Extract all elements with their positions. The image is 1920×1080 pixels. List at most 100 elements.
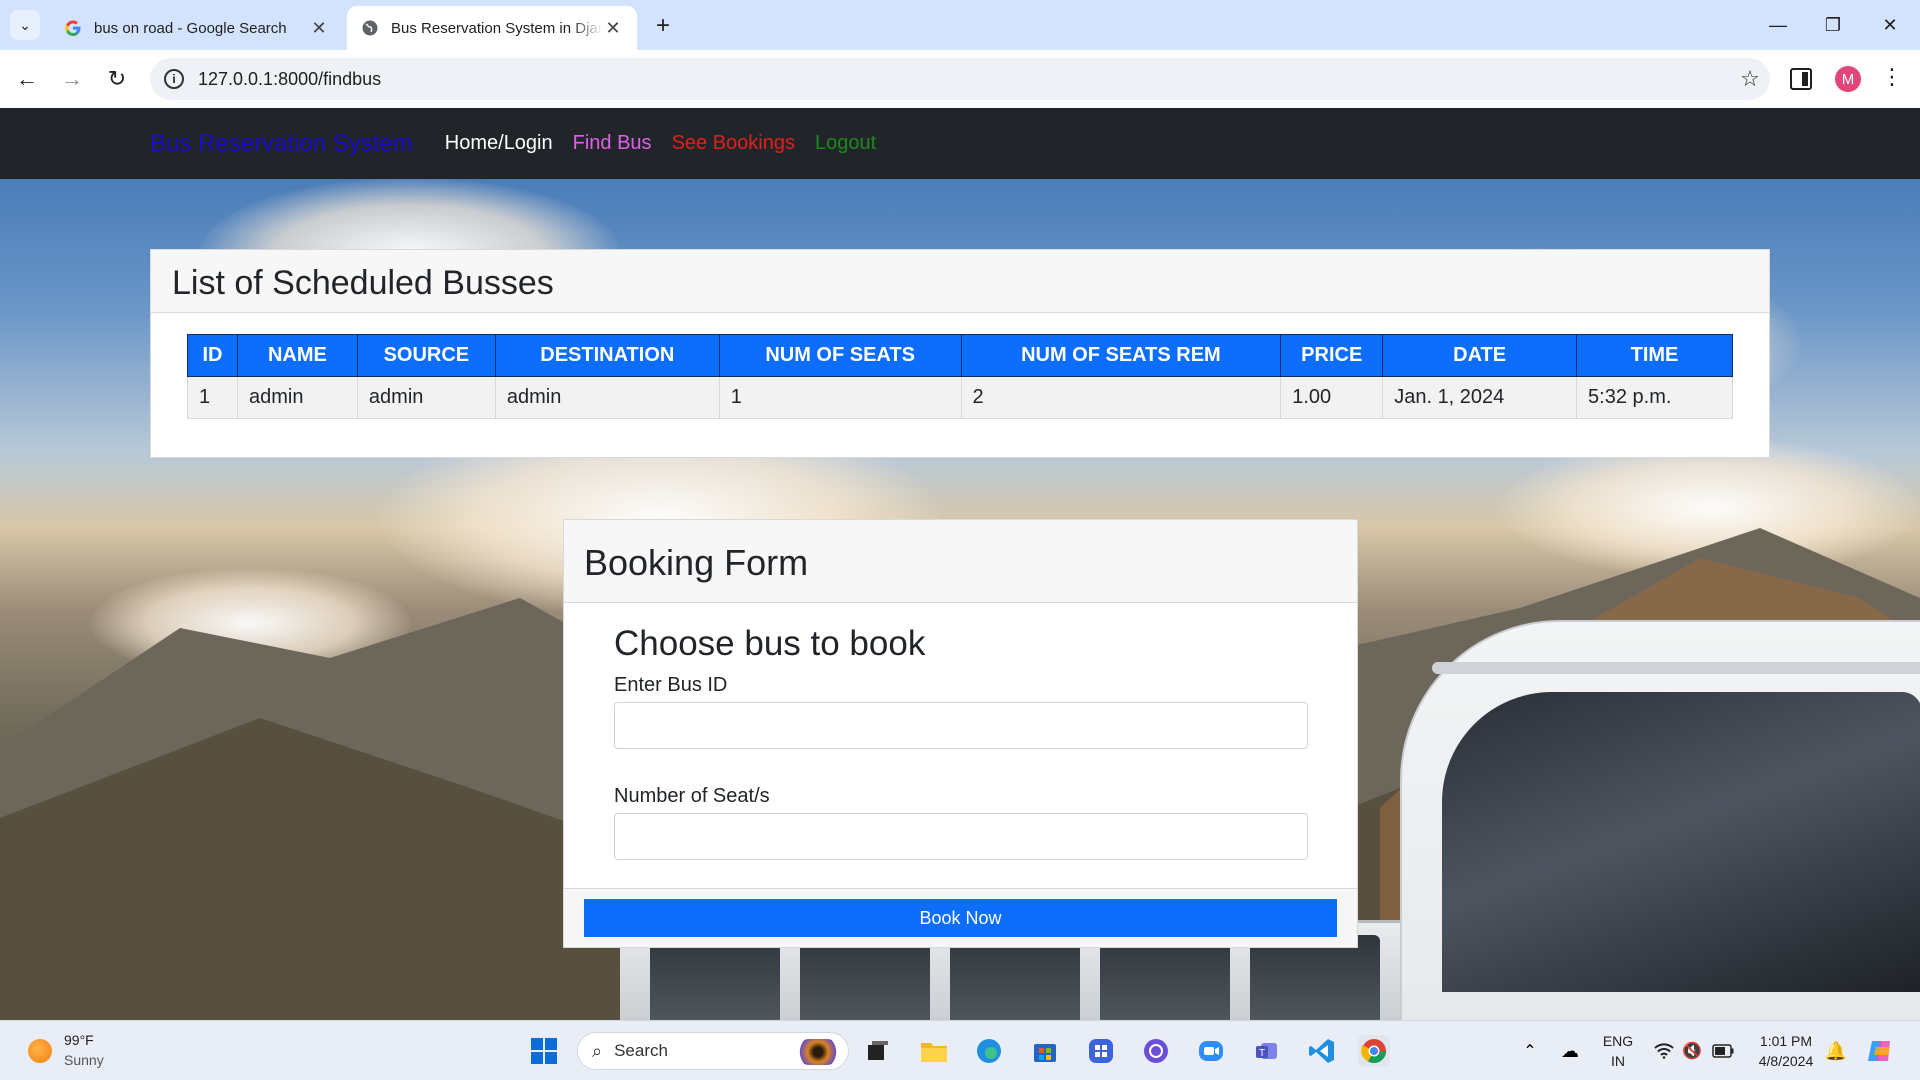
table-row: 1 admin admin admin 1 2 1.00 Jan. 1, 202… xyxy=(187,376,1733,419)
plus-icon: + xyxy=(655,12,670,39)
file-explorer-icon[interactable] xyxy=(918,1035,950,1067)
column-header: NUM OF SEATS xyxy=(718,334,962,377)
booking-form-title: Booking Form xyxy=(564,520,1357,603)
language-text: ENG xyxy=(1602,1033,1634,1049)
booking-form: Choose bus to book Enter Bus ID Number o… xyxy=(614,624,1309,896)
weather-sun-icon[interactable] xyxy=(28,1039,52,1063)
search-icon: ⌕ xyxy=(592,1040,603,1061)
browser-toolbar: ← → ↻ i 127.0.0.1:8000/findbus ☆ M ⋮ xyxy=(0,50,1920,108)
clock-date: 4/8/2024 xyxy=(1758,1053,1814,1069)
booking-form-subtitle: Choose bus to book xyxy=(614,624,926,663)
search-highlight-icon xyxy=(796,1039,840,1065)
weather-description[interactable]: Sunny xyxy=(64,1052,104,1068)
back-button[interactable]: ← xyxy=(12,64,42,94)
cell-price: 1.00 xyxy=(1280,376,1384,419)
vscode-icon[interactable] xyxy=(1306,1035,1338,1067)
cell-source: admin xyxy=(356,376,496,419)
globe-icon xyxy=(361,19,379,37)
chevron-up-icon[interactable]: ⌃ xyxy=(1514,1035,1546,1067)
minimize-button[interactable]: — xyxy=(1758,10,1798,40)
book-now-button[interactable]: Book Now xyxy=(584,899,1337,937)
weather-temperature[interactable]: 99°F xyxy=(64,1032,94,1048)
side-panel-icon[interactable] xyxy=(1790,68,1812,90)
minimize-icon: — xyxy=(1769,14,1787,35)
column-header: ID xyxy=(187,334,238,377)
edge-browser-icon[interactable] xyxy=(973,1035,1005,1067)
tab-google-search[interactable]: bus on road - Google Search ✕ xyxy=(50,6,343,50)
cell-date: Jan. 1, 2024 xyxy=(1382,376,1578,419)
cell-name: admin xyxy=(236,376,358,419)
taskbar-search-label: Search xyxy=(614,1041,668,1060)
restore-button[interactable]: ❐ xyxy=(1813,10,1853,40)
nav-link-home-login[interactable]: Home/Login xyxy=(445,132,553,155)
close-icon: ✕ xyxy=(1882,14,1898,35)
bus-image xyxy=(1400,620,1920,1020)
chevron-down-icon: ⌄ xyxy=(19,16,31,33)
windows-start-icon[interactable] xyxy=(528,1035,560,1067)
new-tab-button[interactable]: + xyxy=(650,12,676,40)
app-icon-blue[interactable] xyxy=(1085,1035,1117,1067)
battery-icon[interactable] xyxy=(1707,1035,1739,1067)
task-view-icon[interactable] xyxy=(862,1035,894,1067)
seats-input[interactable] xyxy=(614,813,1308,860)
column-header: NAME xyxy=(236,334,358,377)
column-header: TIME xyxy=(1576,334,1733,377)
reload-icon: ↻ xyxy=(107,66,127,91)
bus-id-input[interactable] xyxy=(614,702,1308,749)
more-menu-icon[interactable]: ⋮ xyxy=(1880,64,1904,90)
arrow-right-icon: → xyxy=(61,66,83,91)
table-header-row: ID NAME SOURCE DESTINATION NUM OF SEATS … xyxy=(187,334,1733,377)
bookmark-star-icon[interactable]: ☆ xyxy=(1730,66,1770,92)
clock-time: 1:01 PM xyxy=(1759,1033,1813,1049)
site-info-icon[interactable]: i xyxy=(164,69,184,89)
app-icon-purple[interactable] xyxy=(1140,1035,1172,1067)
page-viewport: Bus Reservation System Home/Login Find B… xyxy=(0,108,1920,1020)
forward-button[interactable]: → xyxy=(57,64,87,94)
booking-form-footer: Book Now xyxy=(564,888,1357,947)
url-text[interactable]: 127.0.0.1:8000/findbus xyxy=(198,69,1730,90)
zoom-icon[interactable] xyxy=(1195,1035,1227,1067)
nav-link-logout[interactable]: Logout xyxy=(815,132,876,155)
cloud-icon[interactable]: ☁ xyxy=(1554,1035,1586,1067)
bus-list-card: List of Scheduled Busses ID NAME SOURCE … xyxy=(150,249,1770,458)
microsoft-store-icon[interactable] xyxy=(1029,1035,1061,1067)
browser-tabstrip: ⌄ bus on road - Google Search ✕ Bus Rese… xyxy=(0,0,1920,50)
profile-avatar[interactable]: M xyxy=(1835,66,1861,92)
nav-link-find-bus[interactable]: Find Bus xyxy=(573,132,652,155)
close-icon[interactable]: ✕ xyxy=(309,18,329,39)
cell-time: 5:32 p.m. xyxy=(1576,376,1733,419)
tab-title: Bus Reservation System in Django xyxy=(391,19,603,37)
column-header: PRICE xyxy=(1280,334,1384,377)
teams-icon[interactable]: T xyxy=(1251,1035,1283,1067)
restore-icon: ❐ xyxy=(1824,14,1842,35)
address-bar[interactable]: i 127.0.0.1:8000/findbus ☆ xyxy=(150,58,1770,100)
navbar-brand[interactable]: Bus Reservation System xyxy=(150,130,413,158)
close-window-button[interactable]: ✕ xyxy=(1870,10,1910,40)
taskbar-search[interactable]: ⌕ Search xyxy=(577,1032,849,1070)
reload-button[interactable]: ↻ xyxy=(102,64,132,94)
windows-taskbar: 99°F Sunny ⌕ Search T ⌃ ☁ ENG IN 🔇 1:01 … xyxy=(0,1020,1920,1080)
tab-title: bus on road - Google Search xyxy=(94,19,287,37)
cell-num-seats-rem: 2 xyxy=(960,376,1282,419)
cell-destination: admin xyxy=(494,376,720,419)
column-header: SOURCE xyxy=(356,334,496,377)
notification-bell-icon[interactable]: 🔔 xyxy=(1820,1035,1852,1067)
seats-label: Number of Seat/s xyxy=(614,785,770,807)
arrow-left-icon: ← xyxy=(16,66,38,91)
bus-table: ID NAME SOURCE DESTINATION NUM OF SEATS … xyxy=(187,334,1733,419)
nav-link-see-bookings[interactable]: See Bookings xyxy=(672,132,795,155)
cell-id: 1 xyxy=(187,376,238,419)
column-header: DESTINATION xyxy=(494,334,720,377)
close-icon[interactable]: ✕ xyxy=(603,18,623,39)
chrome-icon[interactable] xyxy=(1358,1035,1390,1067)
google-icon xyxy=(64,19,82,37)
clock[interactable]: 1:01 PM 4/8/2024 xyxy=(1746,1031,1826,1071)
svg-text:T: T xyxy=(1259,1048,1265,1059)
speaker-muted-icon[interactable]: 🔇 xyxy=(1676,1035,1708,1067)
tab-bus-reservation[interactable]: Bus Reservation System in Django ✕ xyxy=(347,6,637,50)
tab-search-button[interactable]: ⌄ xyxy=(10,10,40,40)
bus-list-title: List of Scheduled Busses xyxy=(151,250,1769,313)
language-indicator[interactable]: ENG IN xyxy=(1598,1031,1638,1071)
cell-num-seats: 1 xyxy=(718,376,962,419)
copilot-icon[interactable] xyxy=(1864,1035,1896,1067)
